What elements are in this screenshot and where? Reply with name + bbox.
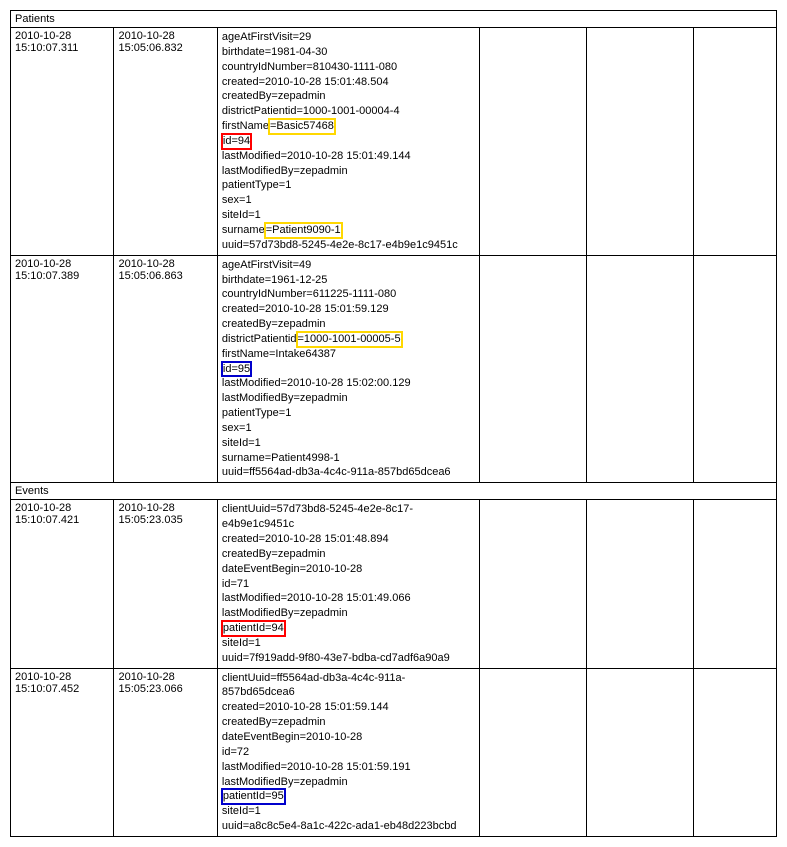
timestamp-2: 2010-10-28 15:05:06.863 <box>114 255 217 483</box>
detail-line: siteId=1 <box>222 636 475 651</box>
detail-line: lastModifiedBy=zepadmin <box>222 164 475 179</box>
detail-line: id=71 <box>222 577 475 592</box>
timestamp-2: 2010-10-28 15:05:23.066 <box>114 668 217 836</box>
timestamp-1: 2010-10-28 15:10:07.311 <box>11 28 114 256</box>
table-row: 2010-10-28 15:10:07.452 2010-10-28 15:05… <box>11 668 777 836</box>
detail-cell: clientUuid=ff5564ad-db3a-4c4c-911a-857bd… <box>217 668 479 836</box>
table-row: 2010-10-28 15:10:07.389 2010-10-28 15:05… <box>11 255 777 483</box>
detail-line: uuid=a8c8c5e4-8a1c-422c-ada1-eb48d223bcb… <box>222 819 475 834</box>
detail-line: dateEventBegin=2010-10-28 <box>222 562 475 577</box>
detail-line: created=2010-10-28 15:01:59.144 <box>222 700 475 715</box>
detail-line: firstName=Basic57468 <box>222 119 475 134</box>
timestamp-2: 2010-10-28 15:05:23.035 <box>114 500 217 668</box>
section-header-events: Events <box>11 483 777 500</box>
highlight-red: id=94 <box>222 134 251 149</box>
detail-line: districtPatientid=1000-1001-00005-5 <box>222 332 475 347</box>
detail-line: uuid=7f919add-9f80-43e7-bdba-cd7adf6a90a… <box>222 651 475 666</box>
detail-line: createdBy=zepadmin <box>222 317 475 332</box>
detail-cell: ageAtFirstVisit=49birthdate=1961-12-25co… <box>217 255 479 483</box>
detail-line: created=2010-10-28 15:01:48.894 <box>222 532 475 547</box>
detail-line: uuid=57d73bd8-5245-4e2e-8c17-e4b9e1c9451… <box>222 238 475 253</box>
detail-line: countryIdNumber=810430-1111-080 <box>222 60 475 75</box>
detail-line: lastModified=2010-10-28 15:02:00.129 <box>222 376 475 391</box>
detail-line: firstName=Intake64387 <box>222 347 475 362</box>
timestamp-1: 2010-10-28 15:10:07.389 <box>11 255 114 483</box>
detail-line: surname=Patient4998-1 <box>222 451 475 466</box>
detail-line: clientUuid=57d73bd8-5245-4e2e-8c17-e4b9e… <box>222 502 475 532</box>
data-table: Patients 2010-10-28 15:10:07.311 2010-10… <box>10 10 777 837</box>
detail-line: lastModified=2010-10-28 15:01:59.191 <box>222 760 475 775</box>
detail-line: lastModified=2010-10-28 15:01:49.066 <box>222 591 475 606</box>
table-row: 2010-10-28 15:10:07.421 2010-10-28 15:05… <box>11 500 777 668</box>
detail-cell: clientUuid=57d73bd8-5245-4e2e-8c17-e4b9e… <box>217 500 479 668</box>
detail-line: sex=1 <box>222 193 475 208</box>
detail-line: id=95 <box>222 362 475 377</box>
highlight-yellow: =1000-1001-00005-5 <box>297 332 402 347</box>
empty-cell <box>694 500 777 668</box>
detail-line: created=2010-10-28 15:01:48.504 <box>222 75 475 90</box>
detail-line: sex=1 <box>222 421 475 436</box>
detail-line: patientType=1 <box>222 406 475 421</box>
empty-cell <box>479 500 586 668</box>
detail-line: lastModifiedBy=zepadmin <box>222 606 475 621</box>
detail-line: lastModifiedBy=zepadmin <box>222 775 475 790</box>
detail-line: birthdate=1961-12-25 <box>222 273 475 288</box>
highlight-blue: id=95 <box>222 362 251 377</box>
empty-cell <box>694 28 777 256</box>
detail-line: uuid=ff5564ad-db3a-4c4c-911a-857bd65dcea… <box>222 465 475 480</box>
highlight-blue: patientId=95 <box>222 789 285 804</box>
detail-line: countryIdNumber=611225-1111-080 <box>222 287 475 302</box>
empty-cell <box>479 28 586 256</box>
detail-line: id=72 <box>222 745 475 760</box>
highlight-red: patientId=94 <box>222 621 285 636</box>
highlight-yellow: =Basic57468 <box>269 119 335 134</box>
empty-cell <box>587 28 694 256</box>
timestamp-1: 2010-10-28 15:10:07.421 <box>11 500 114 668</box>
timestamp-1: 2010-10-28 15:10:07.452 <box>11 668 114 836</box>
detail-line: id=94 <box>222 134 475 149</box>
detail-line: ageAtFirstVisit=49 <box>222 258 475 273</box>
detail-line: patientId=95 <box>222 789 475 804</box>
empty-cell <box>479 255 586 483</box>
detail-line: siteId=1 <box>222 804 475 819</box>
detail-line: patientId=94 <box>222 621 475 636</box>
timestamp-2: 2010-10-28 15:05:06.832 <box>114 28 217 256</box>
detail-line: createdBy=zepadmin <box>222 89 475 104</box>
detail-line: siteId=1 <box>222 436 475 451</box>
detail-line: created=2010-10-28 15:01:59.129 <box>222 302 475 317</box>
detail-line: siteId=1 <box>222 208 475 223</box>
detail-line: birthdate=1981-04-30 <box>222 45 475 60</box>
detail-line: surname=Patient9090-1 <box>222 223 475 238</box>
detail-cell: ageAtFirstVisit=29birthdate=1981-04-30co… <box>217 28 479 256</box>
empty-cell <box>587 500 694 668</box>
section-header-label: Events <box>11 483 777 500</box>
detail-line: lastModified=2010-10-28 15:01:49.144 <box>222 149 475 164</box>
empty-cell <box>479 668 586 836</box>
detail-line: createdBy=zepadmin <box>222 715 475 730</box>
empty-cell <box>694 668 777 836</box>
section-header-label: Patients <box>11 11 777 28</box>
empty-cell <box>694 255 777 483</box>
empty-cell <box>587 668 694 836</box>
empty-cell <box>587 255 694 483</box>
detail-line: clientUuid=ff5564ad-db3a-4c4c-911a-857bd… <box>222 671 475 701</box>
detail-line: patientType=1 <box>222 178 475 193</box>
table-row: 2010-10-28 15:10:07.311 2010-10-28 15:05… <box>11 28 777 256</box>
detail-line: districtPatientid=1000-1001-00004-4 <box>222 104 475 119</box>
highlight-yellow: =Patient9090-1 <box>265 223 342 238</box>
detail-line: lastModifiedBy=zepadmin <box>222 391 475 406</box>
detail-line: dateEventBegin=2010-10-28 <box>222 730 475 745</box>
detail-line: createdBy=zepadmin <box>222 547 475 562</box>
detail-line: ageAtFirstVisit=29 <box>222 30 475 45</box>
section-header-patients: Patients <box>11 11 777 28</box>
